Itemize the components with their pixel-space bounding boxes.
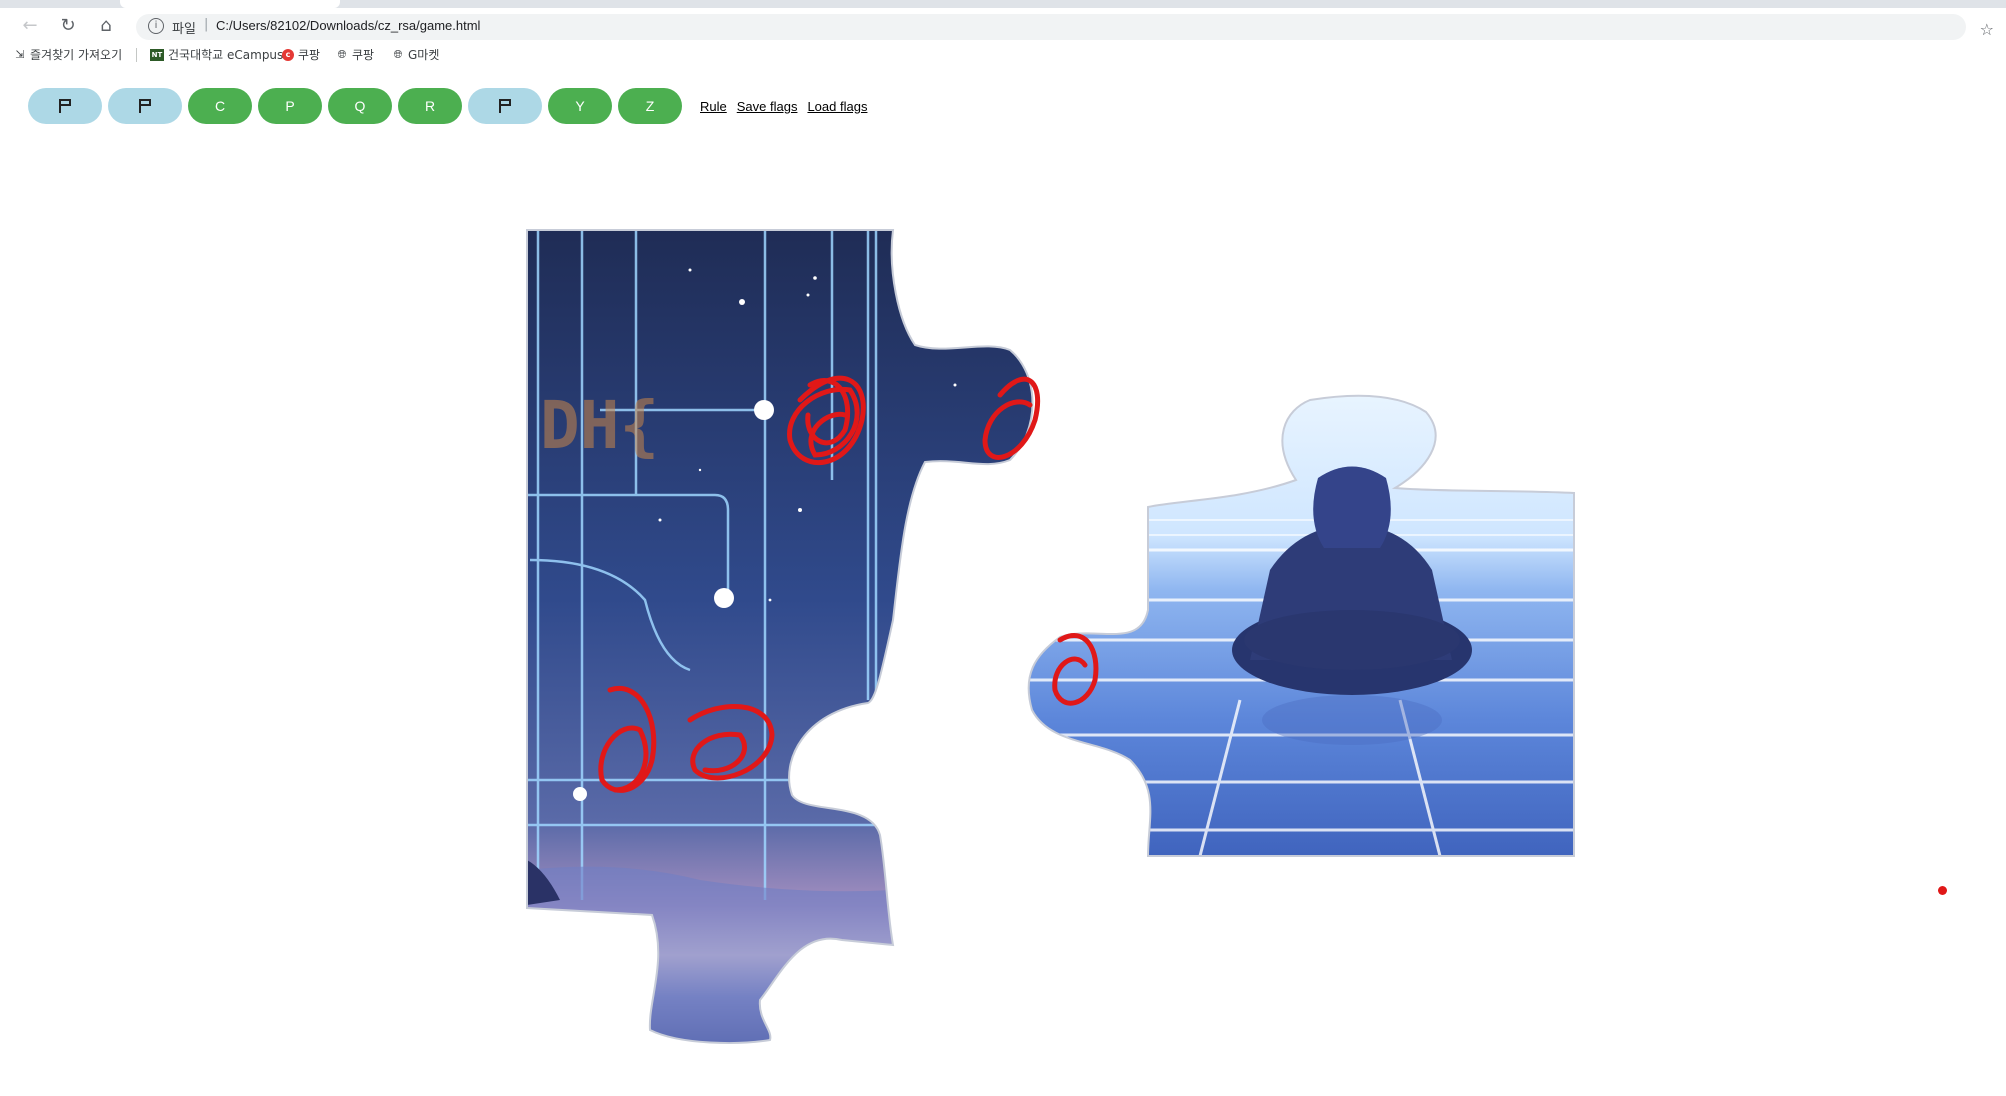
flag-icon <box>498 98 512 114</box>
browser-active-tab[interactable] <box>120 0 340 8</box>
home-icon[interactable]: ⌂ <box>94 14 118 38</box>
site-info-icon[interactable]: i <box>148 18 164 34</box>
bookmark-label: 건국대학교 eCampus <box>168 48 284 62</box>
browser-tab-strip <box>0 0 2006 8</box>
import-icon: ⇲ <box>15 47 25 61</box>
back-arrow-icon[interactable]: ← <box>18 14 42 38</box>
globe-icon: 🌐︎ <box>393 47 403 61</box>
browser-toolbar: ← ↻ ⌂ i 파일 | C:/Users/82102/Downloads/cz… <box>0 8 2006 44</box>
letter-button-z[interactable]: Z <box>618 88 682 124</box>
reload-icon[interactable]: ↻ <box>56 14 80 38</box>
bookmark-coupang[interactable]: c 쿠팡 <box>282 46 320 63</box>
flag-button[interactable] <box>468 88 542 124</box>
letter-button-c[interactable]: C <box>188 88 252 124</box>
puzzle-area: DH{ <box>520 225 1580 1055</box>
puzzle-piece-left[interactable]: DH{ <box>520 225 1050 1055</box>
piece-letters: DH{ <box>540 387 659 464</box>
bookmark-label: 쿠팡 <box>298 48 321 62</box>
flag-icon <box>58 98 72 114</box>
puzzle-piece-right[interactable] <box>1025 394 1580 860</box>
save-flags-link[interactable]: Save flags <box>737 99 798 114</box>
letter-button-q[interactable]: Q <box>328 88 392 124</box>
bookmark-star-icon[interactable]: ☆ <box>1980 20 1994 39</box>
bookmark-gmarket[interactable]: 🌐︎ G마켓 <box>392 46 440 63</box>
load-flags-link[interactable]: Load flags <box>807 99 867 114</box>
red-dot <box>1938 886 1947 895</box>
bookmark-coupang-2[interactable]: 🌐︎ 쿠팡 <box>336 46 375 63</box>
bookmark-label: 즐겨찾기 가져오기 <box>30 48 123 62</box>
bookmark-divider <box>136 48 137 62</box>
globe-icon: 🌐︎ <box>337 47 347 61</box>
bookmark-import[interactable]: ⇲ 즐겨찾기 가져오기 <box>14 46 122 63</box>
bookmark-label: 쿠팡 <box>352 48 375 62</box>
address-bar[interactable]: i 파일 | C:/Users/82102/Downloads/cz_rsa/g… <box>136 14 1966 40</box>
coupang-icon: c <box>282 48 294 61</box>
flag-icon <box>138 98 152 114</box>
nt-logo-icon: NT <box>150 48 164 61</box>
flag-button[interactable] <box>28 88 102 124</box>
rule-link[interactable]: Rule <box>700 99 727 114</box>
flag-button[interactable] <box>108 88 182 124</box>
bookmark-label: G마켓 <box>408 48 440 62</box>
bookmarks-bar: ⇲ 즐겨찾기 가져오기 NT 건국대학교 eCampus c 쿠팡 🌐︎ 쿠팡 … <box>0 44 2006 64</box>
address-scheme-label: 파일 <box>172 22 196 37</box>
letter-button-r[interactable]: R <box>398 88 462 124</box>
letter-button-p[interactable]: P <box>258 88 322 124</box>
letter-button-y[interactable]: Y <box>548 88 612 124</box>
bookmark-ecampus[interactable]: NT 건국대학교 eCampus <box>150 46 283 63</box>
game-nav: C P Q R Y Z Rule Save flags Load flags <box>28 88 867 124</box>
address-separator: | <box>204 17 209 32</box>
nav-links: Rule Save flags Load flags <box>690 99 867 114</box>
address-url[interactable]: C:/Users/82102/Downloads/cz_rsa/game.htm… <box>216 18 480 33</box>
